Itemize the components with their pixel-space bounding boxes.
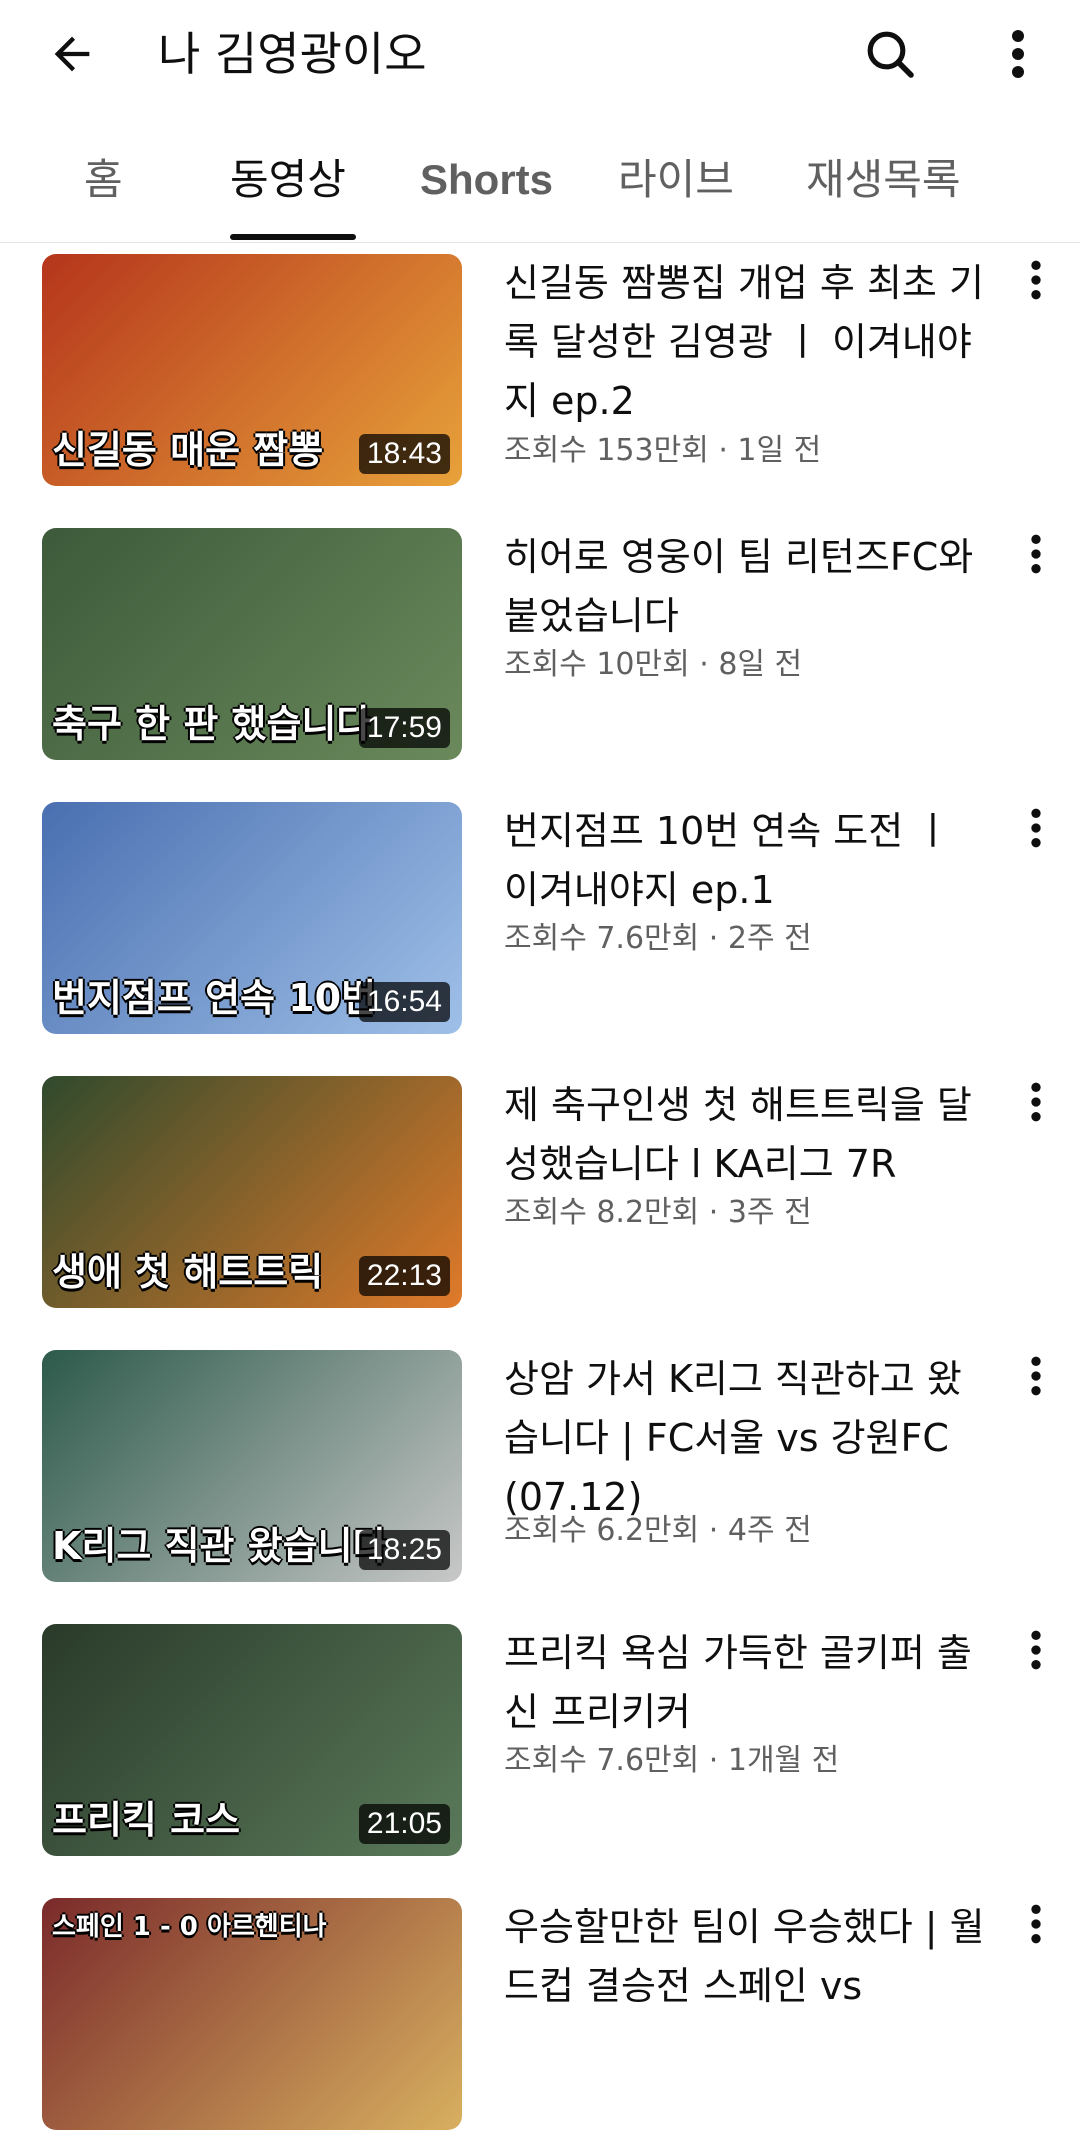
video-thumbnail[interactable]: 생애 첫 해트트릭 22:13 xyxy=(42,1076,462,1308)
video-title[interactable]: 프리킥 욕심 가득한 골키퍼 출신 프리키커 xyxy=(504,1624,994,1742)
back-button[interactable] xyxy=(40,22,104,86)
video-thumbnail[interactable]: 축구 한 판 했습니다 17:59 xyxy=(42,528,462,760)
video-duration: 17:59 xyxy=(358,708,450,748)
video-thumbnail[interactable]: 프리킥 코스 21:05 xyxy=(42,1624,462,1856)
tab-home[interactable]: 홈 xyxy=(84,150,123,210)
video-duration: 21:05 xyxy=(358,1804,450,1844)
more-vert-icon xyxy=(1012,30,1024,78)
video-meta: 조회수 7.6만회 · 2주 전 xyxy=(504,921,812,956)
active-tab-indicator xyxy=(230,234,356,240)
thumbnail-caption: K리그 직관 왔습니다 xyxy=(52,1524,388,1568)
video-duration: 22:13 xyxy=(358,1256,450,1296)
thumbnail-caption: 스페인 1 - 0 아르헨티나 xyxy=(52,1912,327,1942)
more-vert-icon xyxy=(1031,534,1041,574)
search-icon xyxy=(867,31,914,78)
video-meta: 조회수 153만회 · 1일 전 xyxy=(504,433,822,468)
tab-live[interactable]: 라이브 xyxy=(618,150,734,210)
video-thumbnail[interactable]: 스페인 1 - 0 아르헨티나 xyxy=(42,1898,462,2130)
video-item[interactable]: 축구 한 판 했습니다 17:59 히어로 영웅이 팀 리턴즈FC와 붙었습니다… xyxy=(0,526,1080,760)
thumbnail-caption: 축구 한 판 했습니다 xyxy=(52,702,372,746)
video-more-button[interactable] xyxy=(1012,1356,1060,1416)
video-title[interactable]: 번지점프 10번 연속 도전 ㅣ 이겨내야지 ep.1 xyxy=(504,802,994,920)
video-item[interactable]: 스페인 1 - 0 아르헨티나 우승할만한 팀이 우승했다 | 월드컵 결승전 … xyxy=(0,1896,1080,2130)
thumbnail-caption: 번지점프 연속 10번 xyxy=(52,976,377,1020)
video-more-button[interactable] xyxy=(1012,534,1060,594)
more-vert-icon xyxy=(1031,1356,1041,1396)
video-item[interactable]: K리그 직관 왔습니다 18:25 상암 가서 K리그 직관하고 왔습니다 | … xyxy=(0,1348,1080,1582)
video-more-button[interactable] xyxy=(1012,808,1060,868)
more-vert-icon xyxy=(1031,1904,1041,1944)
tab-shorts[interactable]: Shorts xyxy=(420,150,553,210)
video-title[interactable]: 제 축구인생 첫 해트트릭을 달성했습니다 l KA리그 7R xyxy=(504,1076,994,1194)
video-meta: 조회수 10만회 · 8일 전 xyxy=(504,647,803,682)
thumbnail-caption: 프리킥 코스 xyxy=(52,1798,241,1842)
video-title[interactable]: 히어로 영웅이 팀 리턴즈FC와 붙었습니다 xyxy=(504,528,994,646)
video-more-button[interactable] xyxy=(1012,1082,1060,1142)
video-item[interactable]: 프리킥 코스 21:05 프리킥 욕심 가득한 골키퍼 출신 프리키커 조회수 … xyxy=(0,1622,1080,1856)
more-vert-icon xyxy=(1031,1630,1041,1670)
video-more-button[interactable] xyxy=(1012,1630,1060,1690)
arrow-left-icon xyxy=(54,36,90,72)
thumbnail-caption: 생애 첫 해트트릭 xyxy=(52,1250,324,1294)
video-title[interactable]: 우승할만한 팀이 우승했다 | 월드컵 결승전 스페인 vs xyxy=(504,1898,994,2016)
more-vert-icon xyxy=(1031,808,1041,848)
video-duration: 18:43 xyxy=(358,434,450,474)
video-title[interactable]: 상암 가서 K리그 직관하고 왔습니다 | FC서울 vs 강원FC (07.1… xyxy=(504,1350,994,1527)
video-thumbnail[interactable]: 신길동 매운 짬뽕 18:43 xyxy=(42,254,462,486)
video-thumbnail[interactable]: K리그 직관 왔습니다 18:25 xyxy=(42,1350,462,1582)
channel-tabs: 홈 동영상 Shorts 라이브 재생목록 xyxy=(0,130,1080,243)
more-vert-icon xyxy=(1031,260,1041,300)
video-meta: 조회수 7.6만회 · 1개월 전 xyxy=(504,1743,840,1778)
video-item[interactable]: 번지점프 연속 10번 16:54 번지점프 10번 연속 도전 ㅣ 이겨내야지… xyxy=(0,800,1080,1034)
video-item[interactable]: 생애 첫 해트트릭 22:13 제 축구인생 첫 해트트릭을 달성했습니다 l … xyxy=(0,1074,1080,1308)
video-meta: 조회수 8.2만회 · 3주 전 xyxy=(504,1195,812,1230)
thumbnail-caption: 신길동 매운 짬뽕 xyxy=(52,428,324,472)
tab-videos[interactable]: 동영상 xyxy=(230,150,346,210)
video-duration: 18:25 xyxy=(358,1530,450,1570)
top-app-bar: 나 김영광이오 xyxy=(0,0,1080,110)
more-options-button[interactable] xyxy=(986,22,1050,86)
video-duration: 16:54 xyxy=(358,982,450,1022)
video-title[interactable]: 신길동 짬뽕집 개업 후 최초 기록 달성한 김영광 ㅣ 이겨내야지 ep.2 xyxy=(504,254,994,431)
video-more-button[interactable] xyxy=(1012,260,1060,320)
video-thumbnail[interactable]: 번지점프 연속 10번 16:54 xyxy=(42,802,462,1034)
video-item[interactable]: 신길동 매운 짬뽕 18:43 신길동 짬뽕집 개업 후 최초 기록 달성한 김… xyxy=(0,252,1080,486)
tab-playlists[interactable]: 재생목록 xyxy=(806,150,961,210)
search-button[interactable] xyxy=(858,22,922,86)
video-meta: 조회수 6.2만회 · 4주 전 xyxy=(504,1513,812,1548)
channel-title: 나 김영광이오 xyxy=(158,27,427,81)
more-vert-icon xyxy=(1031,1082,1041,1122)
video-more-button[interactable] xyxy=(1012,1904,1060,1964)
